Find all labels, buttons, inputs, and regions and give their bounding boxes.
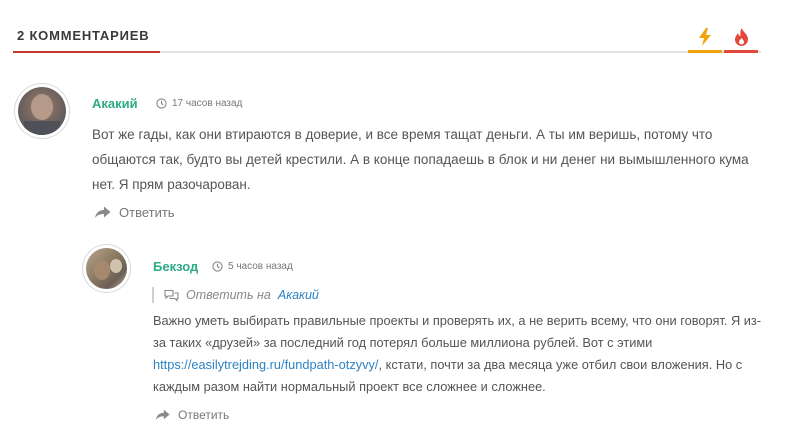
- avatar-photo: [94, 259, 122, 280]
- comment-item: Бекзод 5 часов назад Ответить на Акакий …: [0, 0, 805, 442]
- comment-text: Вот же гады, как они втираются в доверие…: [92, 127, 749, 192]
- comment-time-text: 5 часов назад: [228, 261, 293, 272]
- header-active-underline: [13, 51, 160, 53]
- avatar-photo: [24, 94, 60, 135]
- avatar[interactable]: [83, 245, 130, 292]
- reply-button[interactable]: Ответить: [155, 408, 229, 422]
- speech-bubbles-icon: [164, 289, 179, 302]
- comment-time[interactable]: 17 часов назад: [156, 98, 242, 109]
- sort-popular-button[interactable]: [724, 24, 758, 53]
- avatar[interactable]: [15, 84, 69, 138]
- comment-text-part: Важно уметь выбирать правильные проекты …: [153, 313, 762, 350]
- comment-time-text: 17 часов назад: [172, 98, 243, 109]
- reply-label: Ответить: [119, 205, 175, 220]
- comment-author[interactable]: Акакий: [92, 96, 138, 111]
- comment-text: Важно уметь выбирать правильные проекты …: [153, 310, 765, 398]
- reply-to-label: Ответить на: [186, 288, 271, 302]
- sort-newest-button[interactable]: [688, 24, 722, 53]
- reply-to-indicator: Ответить на Акакий: [152, 287, 319, 303]
- flame-icon: [734, 28, 748, 46]
- reply-arrow-icon: [155, 409, 170, 420]
- reply-to-author-link[interactable]: Акакий: [278, 288, 319, 302]
- comments-header: 2 КОММЕНТАРИЕВ: [13, 22, 761, 53]
- lightning-icon: [699, 28, 711, 46]
- comments-count-title: 2 КОММЕНТАРИЕВ: [17, 28, 150, 43]
- comment-link[interactable]: https://easilytrejding.ru/fundpath-otzyv…: [153, 357, 378, 372]
- comment-author[interactable]: Бекзод: [153, 259, 198, 274]
- reply-arrow-icon: [95, 206, 111, 218]
- reply-button[interactable]: Ответить: [94, 205, 175, 220]
- comment-time[interactable]: 5 часов назад: [212, 261, 293, 272]
- clock-icon: [156, 98, 167, 109]
- clock-icon: [212, 261, 223, 272]
- reply-label: Ответить: [178, 408, 230, 422]
